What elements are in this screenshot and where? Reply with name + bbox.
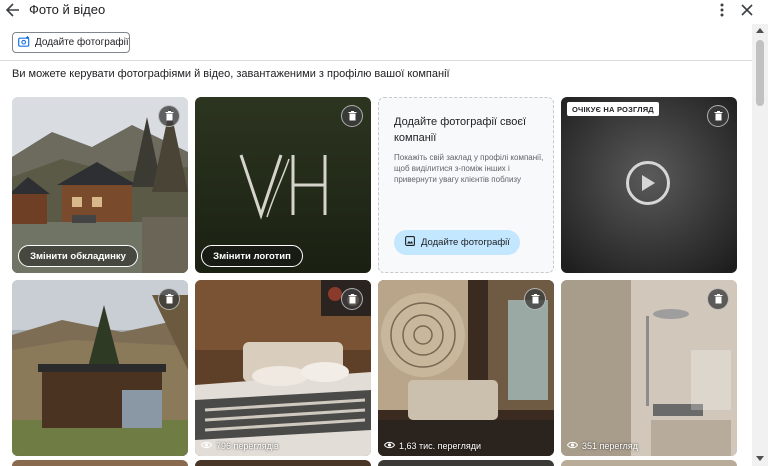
page-subtitle: Ви можете керувати фотографіями й відео,…	[12, 68, 450, 80]
photo-tile-peek	[195, 460, 371, 466]
pending-review-badge: ОЧІКУЄ НА РОЗГЛЯД	[567, 102, 659, 116]
change-logo-button[interactable]: Змінити логотип	[201, 245, 303, 267]
photo-tile-peek	[561, 460, 737, 466]
views-count: 796 переглядів	[216, 441, 279, 451]
photo-tile[interactable]	[12, 280, 188, 456]
photo-tile-peek	[378, 460, 554, 466]
play-icon[interactable]	[626, 161, 670, 205]
delete-icon[interactable]	[158, 288, 180, 310]
change-cover-button[interactable]: Змінити обкладинку	[18, 245, 138, 267]
promo-title: Додайте фотографії своєї компанії	[394, 116, 527, 144]
add-photos-button[interactable]: Додайте фотографії	[12, 32, 130, 53]
delete-icon[interactable]	[341, 105, 363, 127]
scroll-up-icon[interactable]	[756, 28, 764, 33]
add-photos-label: Додайте фотографії	[35, 37, 129, 48]
views-counter: 351 перегляд	[566, 441, 638, 451]
eye-icon	[566, 441, 579, 451]
delete-icon[interactable]	[341, 288, 363, 310]
photo-tile[interactable]: 351 перегляд	[561, 280, 737, 456]
delete-icon[interactable]	[524, 288, 546, 310]
delete-icon[interactable]	[707, 105, 729, 127]
photo-tile[interactable]: 796 переглядів	[195, 280, 371, 456]
views-counter: 1,63 тис. перегляди	[383, 441, 482, 451]
logo-tile[interactable]: Змінити логотип	[195, 97, 371, 273]
page-title: Фото й відео	[29, 2, 106, 17]
cover-photo-tile[interactable]: Змінити обкладинку	[12, 97, 188, 273]
promo-text: Покажіть свій заклад у профілі компанії,…	[394, 153, 544, 184]
eye-icon	[383, 441, 396, 451]
add-photo-icon	[405, 236, 415, 249]
promo-add-photos-label: Додайте фотографії	[421, 237, 510, 248]
scrollbar[interactable]	[752, 24, 768, 466]
close-icon[interactable]	[738, 1, 756, 19]
add-photo-icon	[18, 35, 30, 50]
delete-icon[interactable]	[707, 288, 729, 310]
views-count: 1,63 тис. перегляди	[399, 441, 482, 451]
views-counter: 796 переглядів	[200, 441, 279, 451]
views-count: 351 перегляд	[582, 441, 638, 451]
video-tile[interactable]: ОЧІКУЄ НА РОЗГЛЯД	[561, 97, 737, 273]
eye-icon	[200, 441, 213, 451]
scroll-thumb[interactable]	[756, 40, 764, 106]
more-vert-icon[interactable]	[713, 1, 731, 19]
delete-icon[interactable]	[158, 105, 180, 127]
divider	[0, 60, 752, 61]
scroll-down-icon[interactable]	[756, 456, 764, 461]
photo-tile-peek	[12, 460, 188, 466]
add-photos-promo-card: Додайте фотографії своєї компанії Покажі…	[378, 97, 554, 273]
photo-tile[interactable]: 1,63 тис. перегляди	[378, 280, 554, 456]
header-bar: Фото й відео	[0, 0, 768, 20]
arrow-back-icon[interactable]	[4, 1, 22, 19]
promo-add-photos-button[interactable]: Додайте фотографії	[394, 230, 520, 255]
